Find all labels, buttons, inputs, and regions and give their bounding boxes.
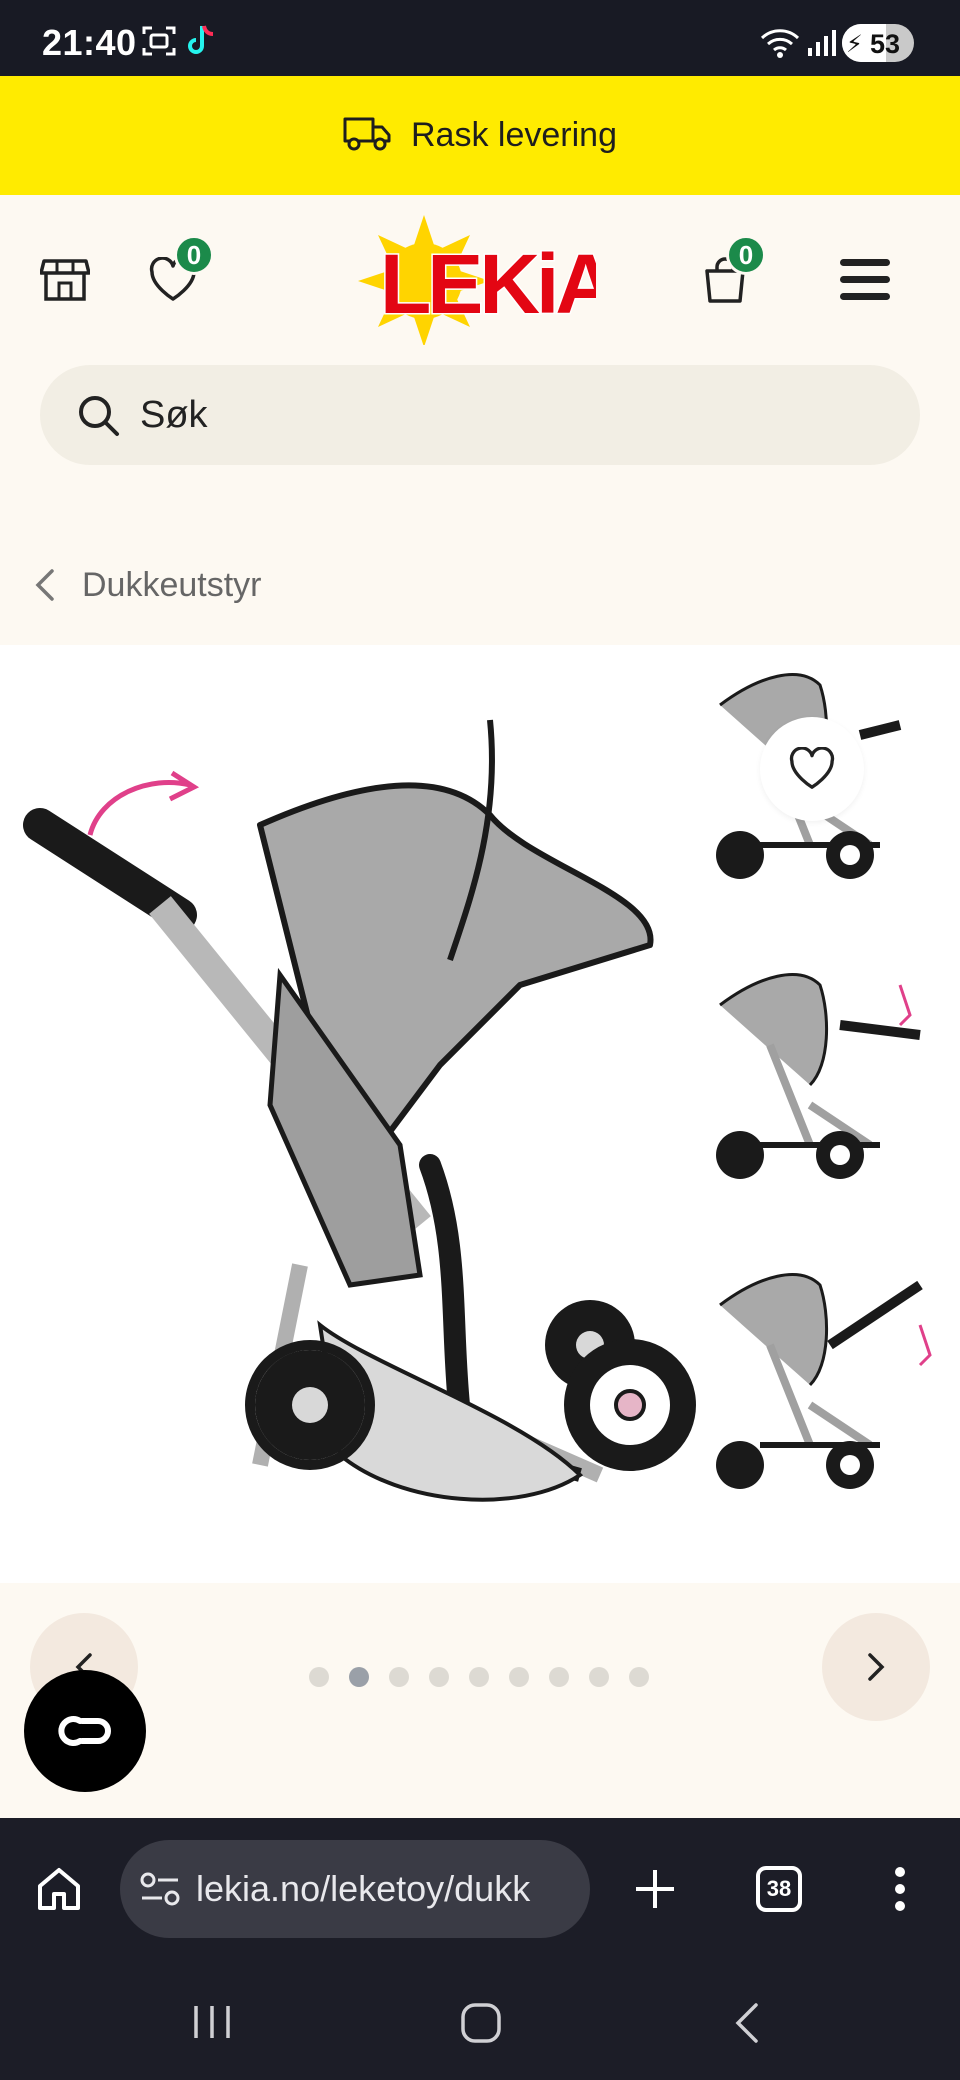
product-image-gallery[interactable]	[0, 645, 960, 1583]
cart-count-badge: 0	[726, 235, 766, 275]
chat-icon	[52, 1713, 118, 1749]
more-options-icon[interactable]	[894, 1866, 906, 1917]
battery-indicator: ⚡ 53	[842, 24, 914, 62]
signal-icon	[806, 28, 836, 63]
tab-count-button[interactable]: 38	[756, 1866, 802, 1912]
search-placeholder: Søk	[140, 393, 208, 436]
product-image-main	[23, 719, 696, 1502]
promo-text: Rask levering	[411, 116, 617, 154]
search-field[interactable]: Søk	[40, 365, 920, 465]
home-button-icon[interactable]	[460, 2002, 502, 2049]
system-navigation-bar	[0, 1960, 960, 2080]
wishlist-count-badge: 0	[174, 235, 214, 275]
url-text: lekia.no/leketoy/dukk	[196, 1868, 531, 1909]
chat-button[interactable]	[24, 1670, 146, 1792]
product-thumbnail-2[interactable]	[700, 965, 950, 1195]
truck-icon	[343, 115, 391, 156]
status-bar: 21:40 ⚡ 53	[0, 0, 960, 76]
status-time: 21:40	[42, 22, 137, 63]
carousel-dot[interactable]	[549, 1667, 569, 1687]
carousel-dot[interactable]	[389, 1667, 409, 1687]
address-bar[interactable]: lekia.no/leketoy/dukk	[120, 1840, 590, 1938]
breadcrumb-label: Dukkeutstyr	[82, 565, 262, 604]
logo-text: LEKiA	[380, 237, 596, 331]
browser-toolbar: lekia.no/leketoy/dukk 38	[0, 1818, 960, 1960]
carousel-navigation	[0, 1583, 960, 1813]
battery-level: 53	[870, 29, 901, 59]
home-icon[interactable]	[36, 1866, 82, 1917]
promo-banner[interactable]: Rask levering	[0, 76, 960, 195]
carousel-dot[interactable]	[469, 1667, 489, 1687]
tiktok-icon	[186, 24, 216, 63]
carousel-dot[interactable]	[429, 1667, 449, 1687]
search-icon	[76, 393, 120, 437]
carousel-dot[interactable]	[629, 1667, 649, 1687]
carousel-dot[interactable]	[509, 1667, 529, 1687]
product-thumbnail-3[interactable]	[700, 1265, 950, 1505]
store-icon[interactable]	[39, 255, 91, 310]
new-tab-icon[interactable]	[634, 1868, 676, 1915]
carousel-next-button[interactable]	[822, 1613, 930, 1721]
wishlist-button[interactable]	[760, 717, 864, 821]
carousel-dot[interactable]	[309, 1667, 329, 1687]
site-header: 0 LEKiA 0 Søk Dukkeutstyr	[0, 195, 960, 645]
chevron-right-icon	[866, 1651, 886, 1683]
breadcrumb[interactable]: Dukkeutstyr	[0, 535, 960, 635]
back-icon[interactable]	[734, 2002, 760, 2049]
menu-icon[interactable]	[838, 257, 892, 308]
site-settings-icon[interactable]	[140, 1871, 180, 1907]
carousel-dot-active[interactable]	[349, 1667, 369, 1687]
wifi-icon	[760, 28, 800, 63]
chevron-left-icon	[34, 567, 56, 603]
lekia-logo[interactable]: LEKiA	[356, 215, 620, 347]
recent-apps-icon[interactable]	[192, 2004, 232, 2045]
screenshot-icon	[142, 26, 176, 61]
heart-icon	[788, 747, 836, 791]
carousel-dot[interactable]	[589, 1667, 609, 1687]
